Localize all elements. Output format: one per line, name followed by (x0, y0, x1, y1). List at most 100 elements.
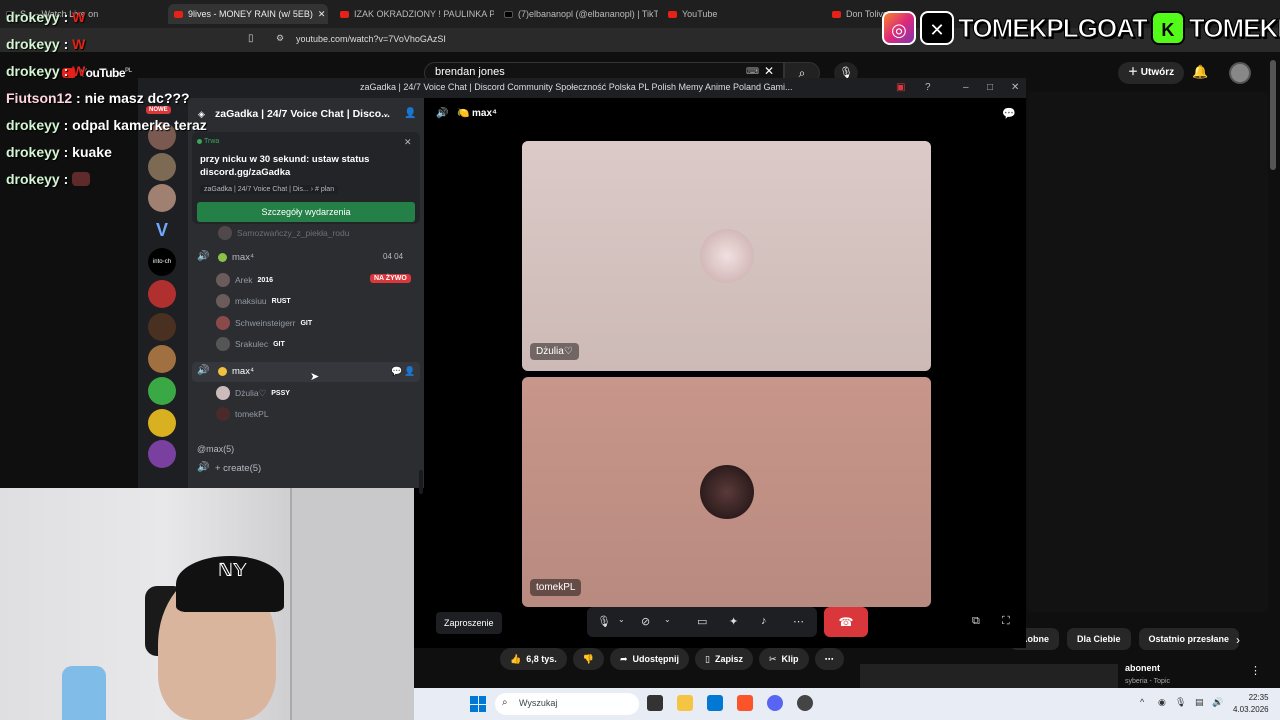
video-player-edge[interactable] (1028, 92, 1268, 612)
invite-button[interactable]: Zaproszenie (436, 612, 502, 634)
keyboard-icon[interactable]: ⌨ (746, 66, 759, 77)
voice-channel[interactable]: max⁴ (232, 252, 254, 263)
soundboard-icon[interactable]: ♪ (761, 615, 767, 627)
chat-icon[interactable]: 💬 (391, 366, 402, 377)
microphone-icon[interactable]: 🎙 (597, 615, 611, 628)
browser-tab[interactable]: Don Tolive (826, 4, 886, 24)
video-tile[interactable]: tomekPL (522, 377, 931, 607)
avatar (216, 386, 230, 400)
inbox-icon[interactable]: ▣ (896, 82, 905, 93)
sidebar-scrollbar[interactable] (419, 470, 423, 494)
voice-user[interactable]: Samozwańczy_z_piekła_rodu (218, 226, 349, 240)
microphone-icon[interactable]: 🎙 (1175, 697, 1186, 708)
invite-people-icon[interactable]: 👤 (404, 108, 416, 119)
thumbs-down-icon: 👎 (582, 654, 594, 664)
help-icon[interactable]: ? (925, 82, 931, 93)
sidebar-video-thumbnail[interactable] (860, 664, 1118, 688)
clip-button[interactable]: ✂ Klip (758, 648, 809, 670)
video-tile[interactable]: Dżulia♡ (522, 141, 931, 371)
invite-people-icon[interactable]: 👤 (404, 366, 415, 377)
sidebar-video-channel: syberia - Topic (1125, 678, 1171, 685)
more-vertical-icon[interactable]: ⋮ (1250, 664, 1261, 677)
more-actions-button[interactable]: ⋯ (814, 648, 844, 670)
server-icon[interactable] (148, 313, 176, 341)
server-icon[interactable] (148, 280, 176, 308)
chip[interactable]: Ostatnio przesłane (1138, 628, 1240, 650)
voice-user[interactable]: Arek 2016 (216, 273, 273, 287)
brave-browser-icon[interactable] (737, 695, 753, 711)
bookmark-icon[interactable]: ▯ (248, 33, 254, 44)
task-view-icon[interactable] (647, 695, 663, 711)
tray-app-icon[interactable]: ◉ (1158, 697, 1166, 708)
browser-tab[interactable]: IZAK OKRADZIONY ! PAULINKA PŁAC (334, 4, 494, 24)
camera-off-icon[interactable]: ⊘ (641, 615, 650, 628)
event-details-button[interactable]: Szczegóły wydarzenia (197, 202, 415, 222)
browser-tab[interactable]: YouTube (662, 4, 822, 24)
chevron-down-icon[interactable]: ⌄ (382, 108, 390, 119)
app-icon[interactable] (797, 695, 813, 711)
taskbar-clock[interactable]: 22:35 4.03.2026 (1233, 692, 1269, 716)
avatar (216, 294, 230, 308)
notifications-bell-icon[interactable]: 🔔 (1192, 64, 1208, 80)
chevron-right-icon[interactable]: › (1236, 633, 1240, 647)
minimize-icon[interactable]: – (963, 82, 969, 93)
maximize-icon[interactable]: □ (987, 82, 993, 93)
voice-user[interactable]: maksiuu RUST (216, 294, 291, 308)
chat-icon[interactable]: 💬 (1002, 107, 1016, 120)
live-badge: NA ŻYWO (370, 274, 411, 283)
discord-icon[interactable] (767, 695, 783, 711)
event-location[interactable]: zaGadka | 24/7 Voice Chat | Dis... › # p… (200, 185, 339, 194)
server-icon[interactable] (148, 377, 176, 405)
disconnect-button[interactable]: ☎ (824, 607, 868, 637)
volume-icon[interactable]: 🔊 (1212, 697, 1223, 708)
browser-tab[interactable]: (7)elbananopl (@elbananopl) | TikTok (498, 4, 658, 24)
server-icon[interactable] (148, 440, 176, 468)
voice-user[interactable]: Schweinsteigerr GIT (216, 316, 312, 330)
fullscreen-icon[interactable]: ⛶ (1002, 615, 1010, 628)
avatar (218, 226, 232, 240)
sidebar-video-title[interactable]: abonent (1125, 663, 1160, 673)
chevron-down-icon[interactable]: ⌄ (664, 615, 671, 624)
close-window-icon[interactable]: ✕ (1011, 82, 1019, 93)
account-avatar[interactable] (1229, 62, 1251, 84)
channel-category[interactable]: @max(5) (197, 444, 234, 454)
close-event-icon[interactable]: ✕ (404, 137, 412, 148)
page-scrollbar[interactable] (1270, 60, 1276, 170)
voice-user[interactable]: Dżulia♡ PSSY (216, 386, 290, 400)
bookmark-icon: ▯ (705, 654, 710, 664)
voice-user[interactable]: Srakulec GIT (216, 337, 285, 351)
like-button[interactable]: 👍 6,8 tys. (500, 648, 567, 670)
windows-start-icon[interactable] (470, 696, 486, 712)
more-options-icon[interactable]: ⋯ (793, 615, 804, 628)
window-title: zaGadka | 24/7 Voice Chat | Discord Comm… (360, 82, 793, 92)
thumbs-up-icon: 👍 (510, 654, 522, 664)
voice-channel[interactable]: max⁴ (232, 366, 254, 377)
server-icon[interactable]: V (148, 216, 176, 244)
taskbar-search[interactable]: Wyszukaj (495, 693, 639, 715)
screen-share-icon[interactable]: ▭ (697, 615, 707, 628)
create-button[interactable]: ＋ Utwórz (1118, 62, 1185, 84)
url-field[interactable]: youtube.com/watch?v=7VoVhoGAzSI (296, 34, 446, 44)
share-button[interactable]: ➦ Udostępnij (609, 648, 690, 670)
server-icon[interactable] (148, 345, 176, 373)
tray-chevron-icon[interactable]: ^ (1140, 697, 1144, 707)
voice-channel[interactable]: + create(5) (215, 463, 261, 474)
server-icon[interactable] (148, 409, 176, 437)
server-name[interactable]: zaGadka | 24/7 Voice Chat | Disco... (215, 108, 390, 120)
chip[interactable]: Dla Ciebie (1067, 628, 1131, 650)
speaker-icon: 🔊 (197, 251, 210, 262)
store-icon[interactable] (707, 695, 723, 711)
site-info-icon[interactable]: ⚙ (276, 33, 284, 44)
file-explorer-icon[interactable] (677, 695, 693, 711)
clear-search-icon[interactable]: ✕ (764, 64, 774, 78)
dislike-button[interactable]: 👎 (572, 648, 604, 670)
chevron-down-icon[interactable]: ⌄ (618, 615, 625, 624)
popout-icon[interactable]: ⧉ (972, 615, 980, 628)
search-icon: ⌕ (502, 697, 508, 708)
network-icon[interactable]: ▤ (1195, 697, 1204, 708)
voice-user[interactable]: tomekPL (216, 407, 269, 421)
server-icon[interactable]: into◦ch (148, 248, 176, 276)
activities-icon[interactable]: ✦ (729, 615, 738, 628)
save-button[interactable]: ▯ Zapisz (695, 648, 753, 670)
close-tab-icon[interactable]: ✕ (318, 9, 326, 20)
